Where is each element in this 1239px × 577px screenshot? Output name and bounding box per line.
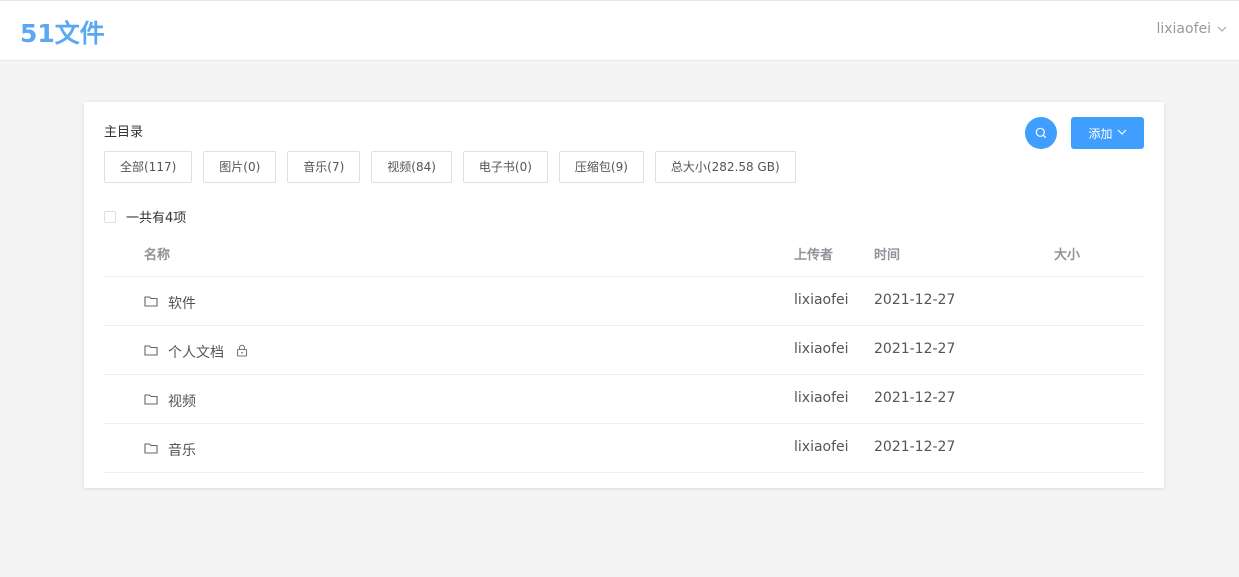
item-count: 一共有4项: [126, 211, 187, 226]
chevron-down-icon: [1117, 126, 1127, 140]
filter-video[interactable]: 视频(84): [371, 151, 452, 183]
file-time: 2021-12-27: [874, 390, 956, 406]
folder-icon: [144, 344, 158, 360]
lock-icon: [236, 344, 248, 361]
filter-music[interactable]: 音乐(7): [287, 151, 361, 183]
chevron-down-icon: [1217, 24, 1227, 34]
folder-icon: [144, 442, 158, 458]
file-name[interactable]: 视频: [168, 391, 196, 411]
file-name-cell[interactable]: 音乐: [144, 440, 196, 460]
file-uploader: lixiaofei: [794, 390, 849, 406]
select-all-checkbox[interactable]: [104, 210, 116, 223]
add-button-label: 添加: [1088, 126, 1113, 141]
file-panel: 主目录 添加 全部(117) 图片(0) 音乐(7) 视频(84) 电子书(0)…: [84, 102, 1164, 488]
table-row[interactable]: 个人文档 lixiaofei 2021-12-27: [104, 326, 1144, 375]
table-row[interactable]: 软件 lixiaofei 2021-12-27: [104, 277, 1144, 326]
file-name-cell[interactable]: 个人文档: [144, 342, 248, 362]
search-icon: [1035, 124, 1047, 143]
user-menu[interactable]: lixiaofei: [1156, 21, 1227, 37]
filter-all[interactable]: 全部(117): [104, 151, 193, 183]
file-name-cell[interactable]: 视频: [144, 391, 196, 411]
category-filters: 全部(117) 图片(0) 音乐(7) 视频(84) 电子书(0) 压缩包(9)…: [104, 151, 796, 183]
file-time: 2021-12-27: [874, 341, 956, 357]
app-logo[interactable]: 51文件: [20, 14, 105, 50]
file-uploader: lixiaofei: [794, 292, 849, 308]
add-button[interactable]: 添加: [1071, 117, 1144, 149]
column-time[interactable]: 时间: [874, 244, 900, 263]
file-uploader: lixiaofei: [794, 439, 849, 455]
file-name[interactable]: 个人文档: [168, 342, 224, 362]
column-name[interactable]: 名称: [144, 244, 170, 263]
username: lixiaofei: [1156, 21, 1211, 37]
filter-images[interactable]: 图片(0): [203, 151, 277, 183]
folder-icon: [144, 393, 158, 409]
column-size[interactable]: 大小: [1054, 244, 1080, 263]
app-header: 51文件 lixiaofei: [0, 0, 1239, 61]
filter-archives[interactable]: 压缩包(9): [558, 151, 644, 183]
table-row[interactable]: 视频 lixiaofei 2021-12-27: [104, 375, 1144, 424]
file-uploader: lixiaofei: [794, 341, 849, 357]
breadcrumb[interactable]: 主目录: [104, 121, 143, 140]
file-name[interactable]: 软件: [168, 293, 196, 313]
select-all[interactable]: 一共有4项: [104, 207, 186, 226]
filter-ebooks[interactable]: 电子书(0): [462, 151, 548, 183]
file-name[interactable]: 音乐: [168, 440, 196, 460]
total-size[interactable]: 总大小(282.58 GB): [654, 151, 796, 183]
column-uploader[interactable]: 上传者: [794, 244, 833, 263]
folder-icon: [144, 295, 158, 311]
table-row[interactable]: 音乐 lixiaofei 2021-12-27: [104, 424, 1144, 473]
table-header: 名称 上传者 时间 大小: [104, 228, 1144, 277]
file-name-cell[interactable]: 软件: [144, 293, 196, 313]
file-time: 2021-12-27: [874, 439, 956, 455]
file-time: 2021-12-27: [874, 292, 956, 308]
file-table: 名称 上传者 时间 大小 软件 lixiaofei 2021-12-27 个人文…: [104, 228, 1144, 473]
search-button[interactable]: [1025, 117, 1057, 149]
